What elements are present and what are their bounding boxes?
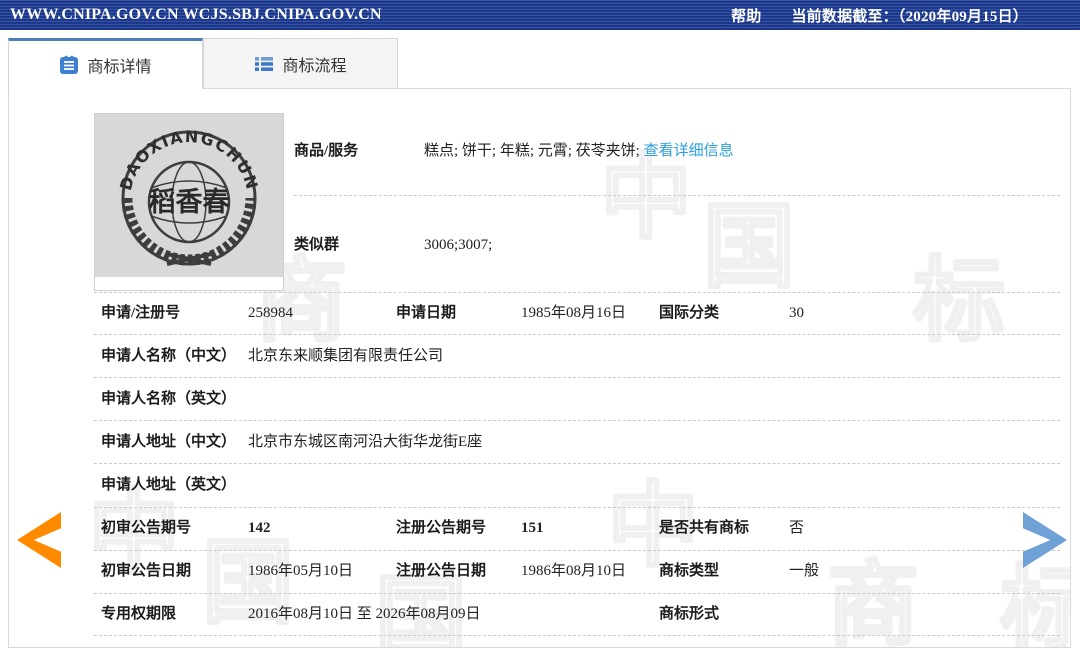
goods-label: 商品/服务 — [294, 140, 358, 162]
data-cutoff-date: 当前数据截至：（2020年09月15日） — [791, 5, 1028, 26]
similar-group-value: 3006;3007; — [424, 234, 492, 256]
first-gazette-date-label: 初审公告日期 — [101, 560, 191, 582]
row-applicant-en: 申请人名称（英文） — [9, 388, 1070, 410]
first-gazette-no-value: 142 — [248, 517, 271, 539]
apply-date-label: 申请日期 — [396, 302, 456, 324]
address-cn-label: 申请人地址（中文） — [101, 431, 236, 453]
goods-value: 糕点; 饼干; 年糕; 元霄; 茯苓夹饼; 查看详细信息 — [424, 140, 734, 162]
row-goods: 商品/服务 糕点; 饼干; 年糕; 元霄; 茯苓夹饼; 查看详细信息 — [9, 140, 1070, 162]
row-divider — [294, 195, 1060, 196]
tm-form-label: 商标形式 — [659, 603, 719, 625]
intl-class-label: 国际分类 — [659, 302, 719, 324]
trademark-center-text: 稻香春 — [149, 187, 231, 217]
row-address-en: 申请人地址（英文） — [9, 474, 1070, 496]
address-cn-value: 北京市东城区南河沿大街华龙街E座 — [248, 431, 482, 453]
row-gazette-no: 初审公告期号 142 注册公告期号 151 是否共有商标 否 — [9, 517, 1070, 539]
list-icon — [254, 54, 274, 74]
view-details-link[interactable]: 查看详细信息 — [644, 143, 734, 159]
row-divider — [94, 593, 1060, 594]
row-gazette-date: 初审公告日期 1986年05月10日 注册公告日期 1986年08月10日 商标… — [9, 560, 1070, 582]
content-panel: 中 国 商 标 中 国 中 国 商 标 — [8, 88, 1071, 648]
first-gazette-no-label: 初审公告期号 — [101, 517, 191, 539]
row-exclusive-period: 专用权期限 2016年08月10日 至 2026年08月09日 商标形式 — [9, 603, 1070, 625]
document-icon — [59, 55, 79, 75]
row-similar-group: 类似群 3006;3007; — [9, 234, 1070, 256]
svg-text:标: 标 — [913, 248, 1005, 355]
apply-date-value: 1985年08月16日 — [521, 302, 626, 324]
row-divider — [94, 334, 1060, 335]
similar-group-label: 类似群 — [294, 234, 339, 256]
first-gazette-date-value: 1986年05月10日 — [248, 560, 353, 582]
row-registration: 申请/注册号 258984 申请日期 1985年08月16日 国际分类 30 — [9, 302, 1070, 324]
is-shared-label: 是否共有商标 — [659, 517, 749, 539]
applicant-cn-value: 北京东来顺集团有限责任公司 — [248, 345, 443, 367]
row-divider — [94, 550, 1060, 551]
goods-value-text: 糕点; 饼干; 年糕; 元霄; 茯苓夹饼; — [424, 143, 640, 159]
applicant-en-label: 申请人名称（英文） — [101, 388, 236, 410]
is-shared-value: 否 — [789, 517, 804, 539]
help-link[interactable]: 帮助 — [731, 5, 761, 26]
tab-label: 商标流程 — [282, 52, 346, 76]
topbar: WWW.CNIPA.GOV.CN WCJS.SBJ.CNIPA.GOV.CN 帮… — [0, 0, 1080, 30]
tab-trademark-detail[interactable]: 商标详情 — [8, 38, 203, 89]
reg-no-value: 258984 — [248, 302, 293, 324]
reg-gazette-no-label: 注册公告期号 — [396, 517, 486, 539]
row-divider — [94, 463, 1060, 464]
reg-gazette-no-value: 151 — [521, 517, 544, 539]
reg-no-label: 申请/注册号 — [101, 302, 180, 324]
exclusive-period-label: 专用权期限 — [101, 603, 176, 625]
tm-type-value: 一般 — [789, 560, 819, 582]
tab-bar: 商标详情 商标流程 — [8, 38, 398, 88]
row-applicant-cn: 申请人名称（中文） 北京东来顺集团有限责任公司 — [9, 345, 1070, 367]
reg-gazette-date-value: 1986年08月10日 — [521, 560, 626, 582]
row-address-cn: 申请人地址（中文） 北京市东城区南河沿大街华龙街E座 — [9, 431, 1070, 453]
row-divider — [94, 507, 1060, 508]
site-urls: WWW.CNIPA.GOV.CN WCJS.SBJ.CNIPA.GOV.CN — [10, 6, 382, 24]
applicant-cn-label: 申请人名称（中文） — [101, 345, 236, 367]
tab-trademark-process[interactable]: 商标流程 — [203, 38, 398, 88]
row-divider — [94, 420, 1060, 421]
exclusive-period-value: 2016年08月10日 至 2026年08月09日 — [248, 603, 481, 625]
tm-type-label: 商标类型 — [659, 560, 719, 582]
row-divider — [94, 377, 1060, 378]
reg-gazette-date-label: 注册公告日期 — [396, 560, 486, 582]
tab-label: 商标详情 — [87, 53, 151, 77]
address-en-label: 申请人地址（英文） — [101, 474, 236, 496]
row-divider — [94, 292, 1060, 293]
intl-class-value: 30 — [789, 302, 804, 324]
